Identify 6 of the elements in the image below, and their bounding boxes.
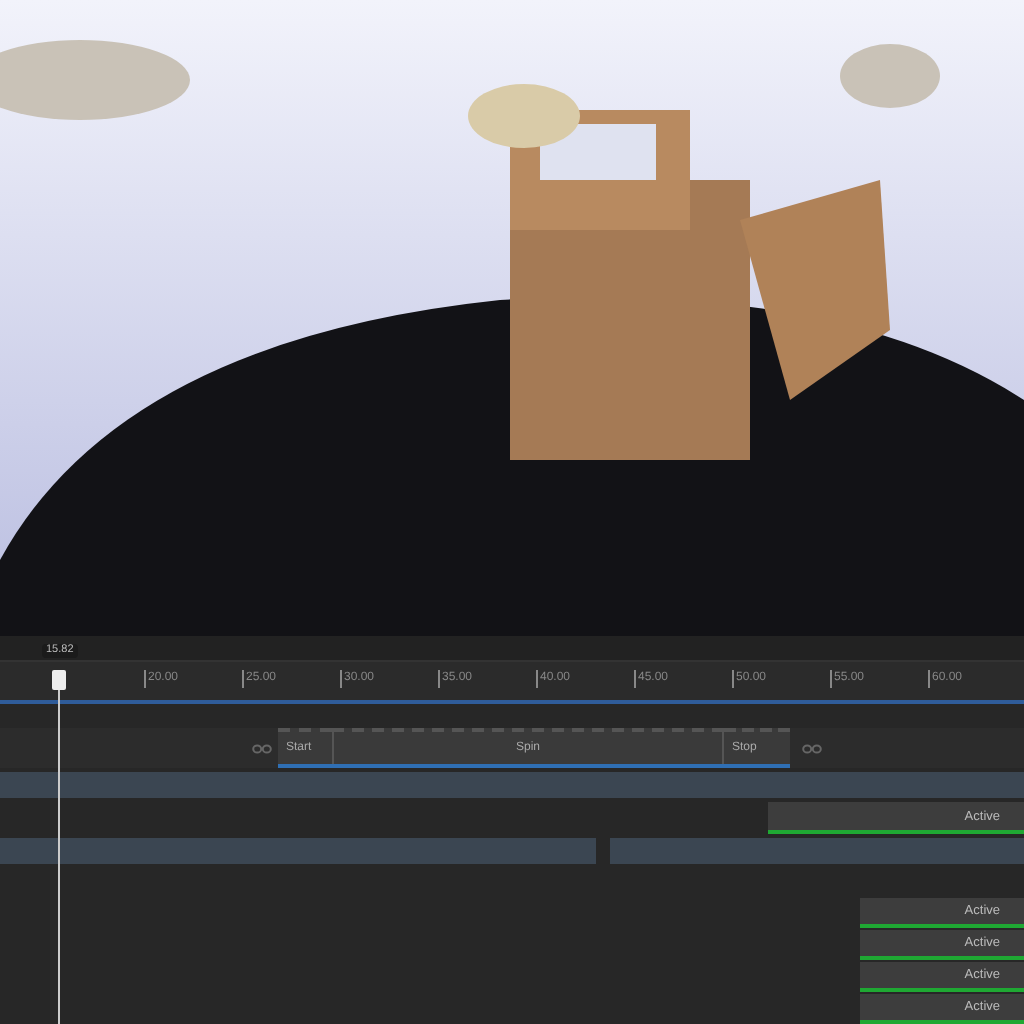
loop-icon xyxy=(252,744,272,754)
track-bar[interactable] xyxy=(0,772,1024,798)
playhead-handle[interactable] xyxy=(52,670,66,690)
track-bar[interactable] xyxy=(610,838,1024,864)
track-bar[interactable] xyxy=(0,838,596,864)
loop-icon xyxy=(802,744,822,754)
